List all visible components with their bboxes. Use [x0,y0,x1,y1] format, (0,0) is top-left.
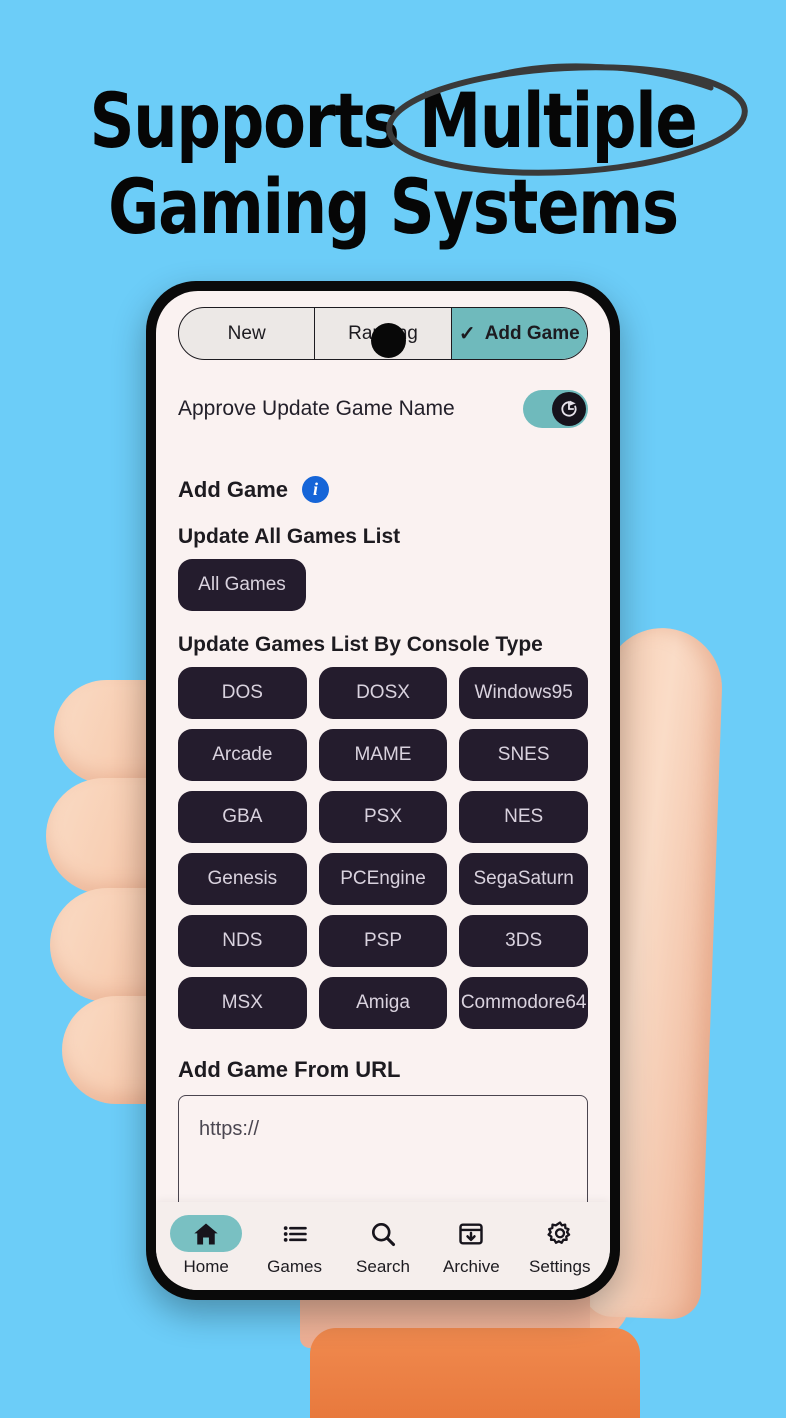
nav-home-pill [170,1215,243,1252]
console-button-snes[interactable]: SNES [459,729,588,781]
tab-new-label: New [227,322,266,344]
nav-archive-pill [435,1215,507,1252]
console-button-commodore64[interactable]: Commodore64 [459,977,588,1029]
add-game-heading-label: Add Game [178,476,289,502]
tab-new[interactable]: New [179,308,316,359]
nav-item-search[interactable]: Search [340,1215,426,1277]
console-type-label: Update Games List By Console Type [178,633,543,656]
console-button-nds[interactable]: NDS [178,915,307,967]
console-button-msx[interactable]: MSX [178,977,307,1029]
sleeve [310,1328,640,1418]
console-button-pcengine[interactable]: PCEngine [318,853,448,905]
search-icon [371,1222,395,1246]
toggle-thumb [552,392,586,426]
phone-mockup: New Ranking ✓ Add Game Approve Update Ga… [146,281,620,1300]
console-button-mame[interactable]: MAME [318,729,448,781]
tab-add-game[interactable]: ✓ Add Game [451,308,587,359]
console-button-arcade[interactable]: Arcade [178,729,307,781]
nav-item-settings[interactable]: Settings [517,1215,603,1277]
console-button-segasaturn[interactable]: SegaSaturn [459,853,588,905]
all-games-button-wrap: All Games [178,559,588,611]
refresh-icon [561,400,577,417]
bottom-navigation: Home Games Search Archive Settings [156,1202,610,1290]
home-icon [194,1223,218,1244]
approve-update-label: Approve Update Game Name [178,397,455,420]
nav-search-pill [347,1215,419,1252]
approve-update-row: Approve Update Game Name [178,390,588,428]
console-button-dosx[interactable]: DOSX [318,667,448,719]
console-button-windows95[interactable]: Windows95 [459,667,588,719]
console-button-nes[interactable]: NES [459,791,588,843]
nav-item-home[interactable]: Home [163,1215,249,1277]
console-button-dos[interactable]: DOS [178,667,307,719]
all-games-button[interactable]: All Games [178,559,306,611]
nav-item-archive[interactable]: Archive [428,1215,514,1277]
nav-search-label: Search [356,1257,410,1276]
nav-home-label: Home [183,1257,229,1276]
console-button-3ds[interactable]: 3DS [459,915,588,967]
nav-games-pill [259,1215,331,1252]
archive-icon [459,1222,484,1245]
nav-archive-label: Archive [443,1257,500,1276]
console-button-grid: DOS DOSX Windows95 Arcade MAME SNES GBA … [178,667,588,1029]
console-button-amiga[interactable]: Amiga [318,977,448,1029]
nav-item-games[interactable]: Games [252,1215,338,1277]
console-button-genesis[interactable]: Genesis [178,853,307,905]
nav-settings-label: Settings [529,1257,591,1276]
info-icon[interactable]: i [302,476,330,503]
app-content: New Ranking ✓ Add Game Approve Update Ga… [156,291,610,1290]
tab-add-game-label: Add Game [484,322,580,344]
update-all-games-label: Update All Games List [178,525,401,548]
console-button-psx[interactable]: PSX [318,791,448,843]
console-button-psp[interactable]: PSP [318,915,448,967]
console-button-gba[interactable]: GBA [178,791,307,843]
add-game-heading: Add Game i [178,476,588,503]
approve-update-toggle[interactable] [523,390,588,428]
nav-games-label: Games [267,1257,322,1276]
list-icon [283,1225,307,1242]
nav-settings-pill [524,1215,596,1252]
check-icon: ✓ [458,322,476,345]
camera-punch-hole [371,323,406,358]
url-input[interactable]: https:// [178,1095,588,1215]
gear-icon [547,1220,571,1244]
add-game-from-url-title: Add Game From URL [178,1057,401,1082]
phone-screen: New Ranking ✓ Add Game Approve Update Ga… [156,291,610,1290]
